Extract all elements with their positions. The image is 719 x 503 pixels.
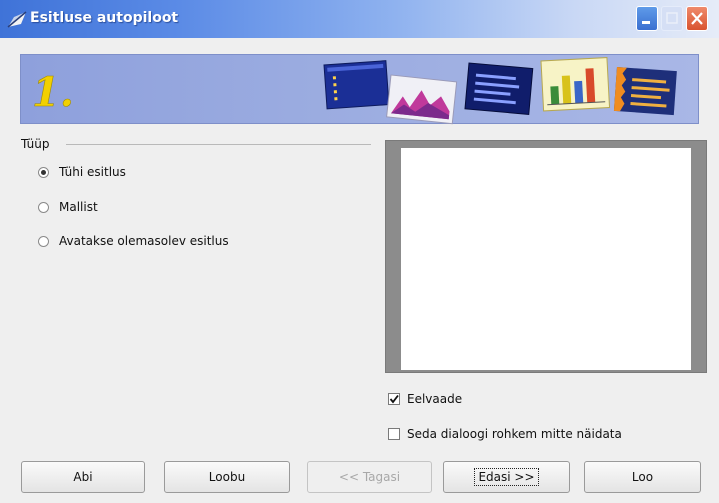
radio-label-existing: Avatakse olemasolev esitlus <box>59 234 229 248</box>
create-button-label: Loo <box>631 470 654 484</box>
slide-orange-icon <box>613 67 677 116</box>
radio-button[interactable] <box>38 235 49 247</box>
radio-empty-presentation[interactable]: Tühi esitlus <box>38 163 126 181</box>
step-number: 1. <box>30 69 90 117</box>
cancel-button[interactable]: Loobu <box>164 461 290 493</box>
bar-chart-icon <box>540 57 611 112</box>
back-button[interactable]: << Tagasi <box>307 461 432 493</box>
cancel-button-label: Loobu <box>208 470 246 484</box>
radio-label-empty: Tühi esitlus <box>59 165 126 179</box>
preview-checkbox-row[interactable]: Eelvaade <box>388 390 462 408</box>
step-number-text: 1. <box>32 70 74 114</box>
next-button[interactable]: Edasi >> <box>443 461 570 493</box>
window-title: Esitluse autopiloot <box>30 10 179 26</box>
checkmark-icon <box>389 394 399 404</box>
close-button[interactable] <box>686 6 708 31</box>
header-banner <box>20 54 699 125</box>
create-button[interactable]: Loo <box>584 461 701 493</box>
preview-area <box>401 148 691 370</box>
dont-show-checkbox-row[interactable]: Seda dialoogi rohkem mitte näidata <box>388 425 622 443</box>
chart-area-icon <box>386 74 458 125</box>
next-button-label: Edasi >> <box>474 468 539 486</box>
radio-open-existing[interactable]: Avatakse olemasolev esitlus <box>38 232 229 250</box>
dont-show-checkbox-label: Seda dialoogi rohkem mitte näidata <box>407 427 622 441</box>
radio-from-template[interactable]: Mallist <box>38 198 98 216</box>
slide-blue-icon <box>323 60 390 110</box>
radio-button[interactable] <box>38 201 49 213</box>
minimize-button[interactable] <box>636 6 658 31</box>
preview-checkbox-label: Eelvaade <box>407 392 463 406</box>
back-button-label: << Tagasi <box>338 470 401 484</box>
dont-show-checkbox[interactable] <box>388 428 400 440</box>
type-group-label: Tüüp <box>21 137 50 151</box>
preview-checkbox[interactable] <box>388 393 400 405</box>
draw-app-icon <box>6 9 28 29</box>
banner-artwork <box>323 57 677 125</box>
type-group-divider <box>66 144 371 145</box>
slide-dark-icon <box>464 62 534 115</box>
title-bar[interactable]: Esitluse autopiloot <box>0 0 719 38</box>
help-button-label: Abi <box>73 470 93 484</box>
maximize-button[interactable] <box>661 6 683 31</box>
autopilot-dialog: Esitluse autopiloot 1. Tüüp Tühi esitlus… <box>0 0 719 503</box>
radio-label-template: Mallist <box>59 200 98 214</box>
radio-button-selected[interactable] <box>38 166 49 178</box>
help-button[interactable]: Abi <box>21 461 145 493</box>
